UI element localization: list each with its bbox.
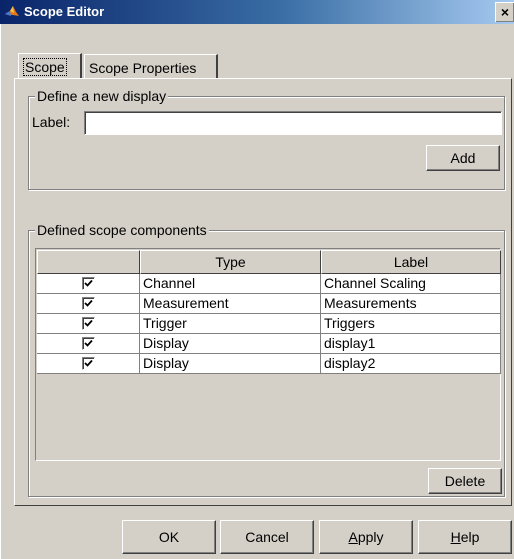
enabled-checkbox[interactable] (82, 337, 95, 350)
help-button[interactable]: Help (418, 520, 512, 554)
tab-scope-label: Scope (23, 58, 67, 76)
delete-button[interactable]: Delete (428, 468, 502, 494)
components-table: Type Label Channel Channel Scaling Measu… (35, 248, 501, 461)
checkmark-icon (84, 279, 93, 287)
help-mnemonic: H (450, 529, 461, 545)
column-header-enabled[interactable] (37, 250, 140, 274)
define-display-title: Define a new display (35, 88, 169, 104)
ok-button[interactable]: OK (122, 520, 216, 554)
type-cell[interactable]: Display (140, 334, 321, 354)
enabled-checkbox[interactable] (82, 317, 95, 330)
cancel-button[interactable]: Cancel (220, 520, 314, 554)
enabled-cell (37, 314, 140, 334)
window-title: Scope Editor (24, 4, 105, 19)
close-icon: × (500, 4, 510, 20)
components-group: Defined scope components Type Label Chan… (28, 222, 505, 497)
type-cell[interactable]: Channel (140, 274, 321, 294)
title-bar: Scope Editor × (0, 0, 514, 24)
column-header-type[interactable]: Type (140, 250, 321, 274)
enabled-cell (37, 294, 140, 314)
enabled-cell (37, 354, 140, 374)
label-caption: Label: (32, 114, 71, 130)
enabled-checkbox[interactable] (82, 297, 95, 310)
enabled-checkbox[interactable] (82, 357, 95, 370)
tab-scope[interactable]: Scope (18, 53, 82, 78)
label-cell[interactable]: display2 (321, 354, 501, 374)
help-label: elp (460, 529, 480, 545)
label-input[interactable] (84, 111, 502, 135)
enabled-cell (37, 274, 140, 294)
components-title: Defined scope components (35, 222, 209, 238)
tab-scope-properties[interactable]: Scope Properties (84, 54, 218, 78)
column-header-label[interactable]: Label (321, 250, 501, 274)
label-cell[interactable]: Measurements (321, 294, 501, 314)
matlab-logo-icon (5, 6, 19, 16)
checkmark-icon (84, 299, 93, 307)
close-button[interactable]: × (495, 2, 514, 22)
checkmark-icon (84, 359, 93, 367)
apply-button[interactable]: Apply (319, 520, 413, 554)
enabled-checkbox[interactable] (82, 277, 95, 290)
apply-label: pply (357, 529, 384, 545)
label-cell[interactable]: Channel Scaling (321, 274, 501, 294)
add-button[interactable]: Add (426, 145, 500, 171)
tab-scope-properties-label: Scope Properties (89, 60, 197, 76)
type-cell[interactable]: Measurement (140, 294, 321, 314)
type-cell[interactable]: Display (140, 354, 321, 374)
label-cell[interactable]: Triggers (321, 314, 501, 334)
label-cell[interactable]: display1 (321, 334, 501, 354)
apply-mnemonic: A (348, 529, 358, 545)
type-cell[interactable]: Trigger (140, 314, 321, 334)
enabled-cell (37, 334, 140, 354)
checkmark-icon (84, 339, 93, 347)
define-display-group: Define a new display Label: Add (28, 88, 505, 190)
checkmark-icon (84, 319, 93, 327)
tab-panel-scope: Define a new display Label: Add Defined … (14, 78, 512, 506)
dialog-body: Scope Scope Properties Define a new disp… (0, 24, 514, 559)
